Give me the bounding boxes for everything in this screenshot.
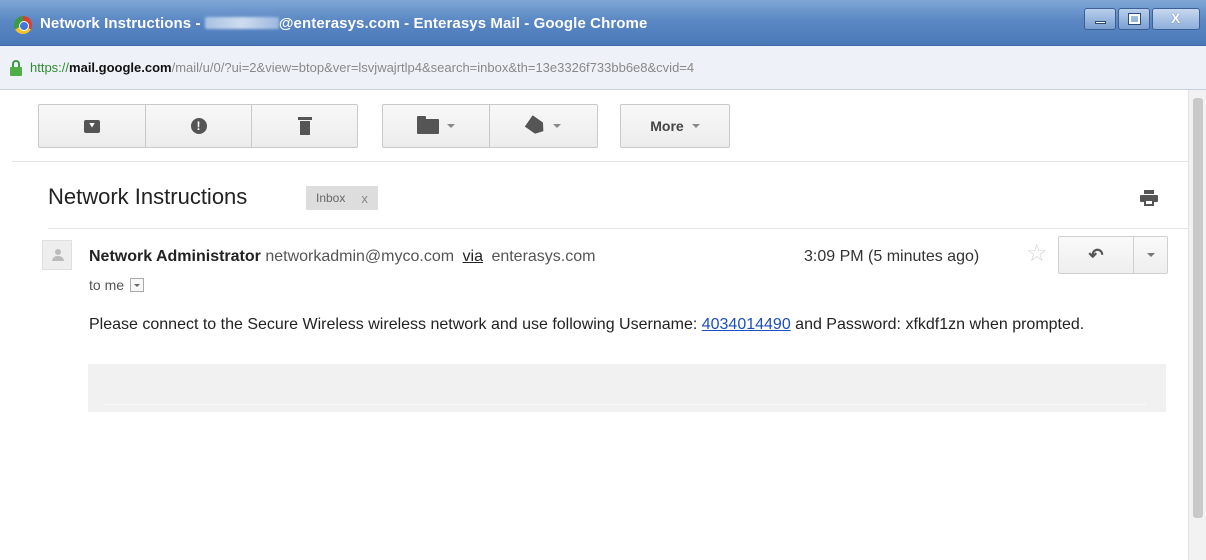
close-icon: X <box>1171 10 1181 26</box>
folder-icon <box>417 115 439 134</box>
close-button[interactable]: X <box>1152 8 1200 30</box>
minimize-button[interactable] <box>1084 8 1116 30</box>
star-icon[interactable]: ☆ <box>1026 242 1048 266</box>
redacted-username <box>204 17 279 29</box>
divider <box>48 228 1188 229</box>
username-link[interactable]: 4034014490 <box>702 316 791 333</box>
url-host: mail.google.com <box>69 60 172 75</box>
window-title: Network Instructions - @enterasys.com - … <box>40 15 647 32</box>
show-details-button[interactable] <box>130 278 145 292</box>
print-icon[interactable] <box>1140 190 1158 206</box>
labels-button[interactable] <box>490 104 598 148</box>
recipients-row: to me <box>89 277 145 293</box>
sender-name[interactable]: Network Administrator <box>89 248 261 265</box>
chevron-down-icon <box>447 124 455 128</box>
label-icon <box>524 115 547 137</box>
to-me-text: to me <box>89 277 125 293</box>
archive-icon <box>84 119 100 133</box>
password-text: xfkdf1zn <box>905 316 966 333</box>
address-bar[interactable]: https://mail.google.com/mail/u/0/?ui=2&v… <box>0 46 1206 90</box>
report-spam-button[interactable]: ! <box>146 104 252 148</box>
reply-icon: ↶ <box>1088 244 1104 265</box>
message-toolbar: ! More <box>12 90 1188 162</box>
more-button[interactable]: More <box>620 104 730 148</box>
chevron-down-icon <box>691 124 700 128</box>
window-title-suffix: @enterasys.com - Enterasys Mail - Google… <box>278 15 648 32</box>
maximize-icon <box>1128 13 1141 25</box>
window-title-bar: Network Instructions - @enterasys.com - … <box>0 0 1206 46</box>
reply-more-button[interactable] <box>1134 236 1168 274</box>
body-text-intro: Please connect to the Secure Wireless wi… <box>89 316 702 333</box>
gmail-message-view: ! More Network Instructions Inbox x Netw… <box>12 90 1188 560</box>
url-path: /mail/u/0/?ui=2&view=btop&ver=lsvjwajrtl… <box>171 60 695 75</box>
sender-line: Network Administrator networkadmin@myco.… <box>89 248 595 266</box>
via-domain: enterasys.com <box>491 248 596 265</box>
scrollbar-thumb[interactable] <box>1193 98 1203 518</box>
maximize-button[interactable] <box>1118 8 1150 30</box>
body-text-middle: and Password: <box>790 316 906 333</box>
chevron-down-icon <box>1146 253 1155 257</box>
quick-reply-box[interactable] <box>88 364 1166 412</box>
via-link[interactable]: via <box>463 248 483 265</box>
message-subject: Network Instructions <box>48 184 248 209</box>
label-chip-text: Inbox <box>316 191 346 205</box>
inbox-label-chip[interactable]: Inbox x <box>306 186 378 210</box>
avatar[interactable] <box>42 240 72 270</box>
sender-email: networkadmin@myco.com <box>265 248 455 265</box>
message-body: Please connect to the Secure Wireless wi… <box>89 316 1169 334</box>
body-text-end: when prompted. <box>965 316 1085 333</box>
window-controls: X <box>1082 8 1200 30</box>
chevron-down-icon <box>134 283 141 287</box>
message-timestamp: 3:09 PM (5 minutes ago) <box>804 248 980 265</box>
url-scheme: https:// <box>30 60 70 75</box>
more-label: More <box>650 118 684 134</box>
url-text[interactable]: https://mail.google.com/mail/u/0/?ui=2&v… <box>30 60 694 75</box>
reply-button[interactable]: ↶ <box>1058 236 1134 274</box>
archive-button[interactable] <box>38 104 146 148</box>
remove-label-button[interactable]: x <box>361 191 368 206</box>
chevron-down-icon <box>552 124 561 128</box>
chrome-logo-icon <box>14 16 32 34</box>
delete-button[interactable] <box>252 104 358 148</box>
report-spam-icon: ! <box>190 118 207 134</box>
window-title-prefix: Network Instructions - <box>40 15 205 32</box>
lock-icon <box>10 60 22 76</box>
minimize-icon <box>1095 21 1106 24</box>
trash-icon <box>297 117 312 135</box>
quick-reply-divider <box>104 404 1146 405</box>
move-to-button[interactable] <box>382 104 490 148</box>
vertical-scrollbar[interactable] <box>1188 90 1206 560</box>
